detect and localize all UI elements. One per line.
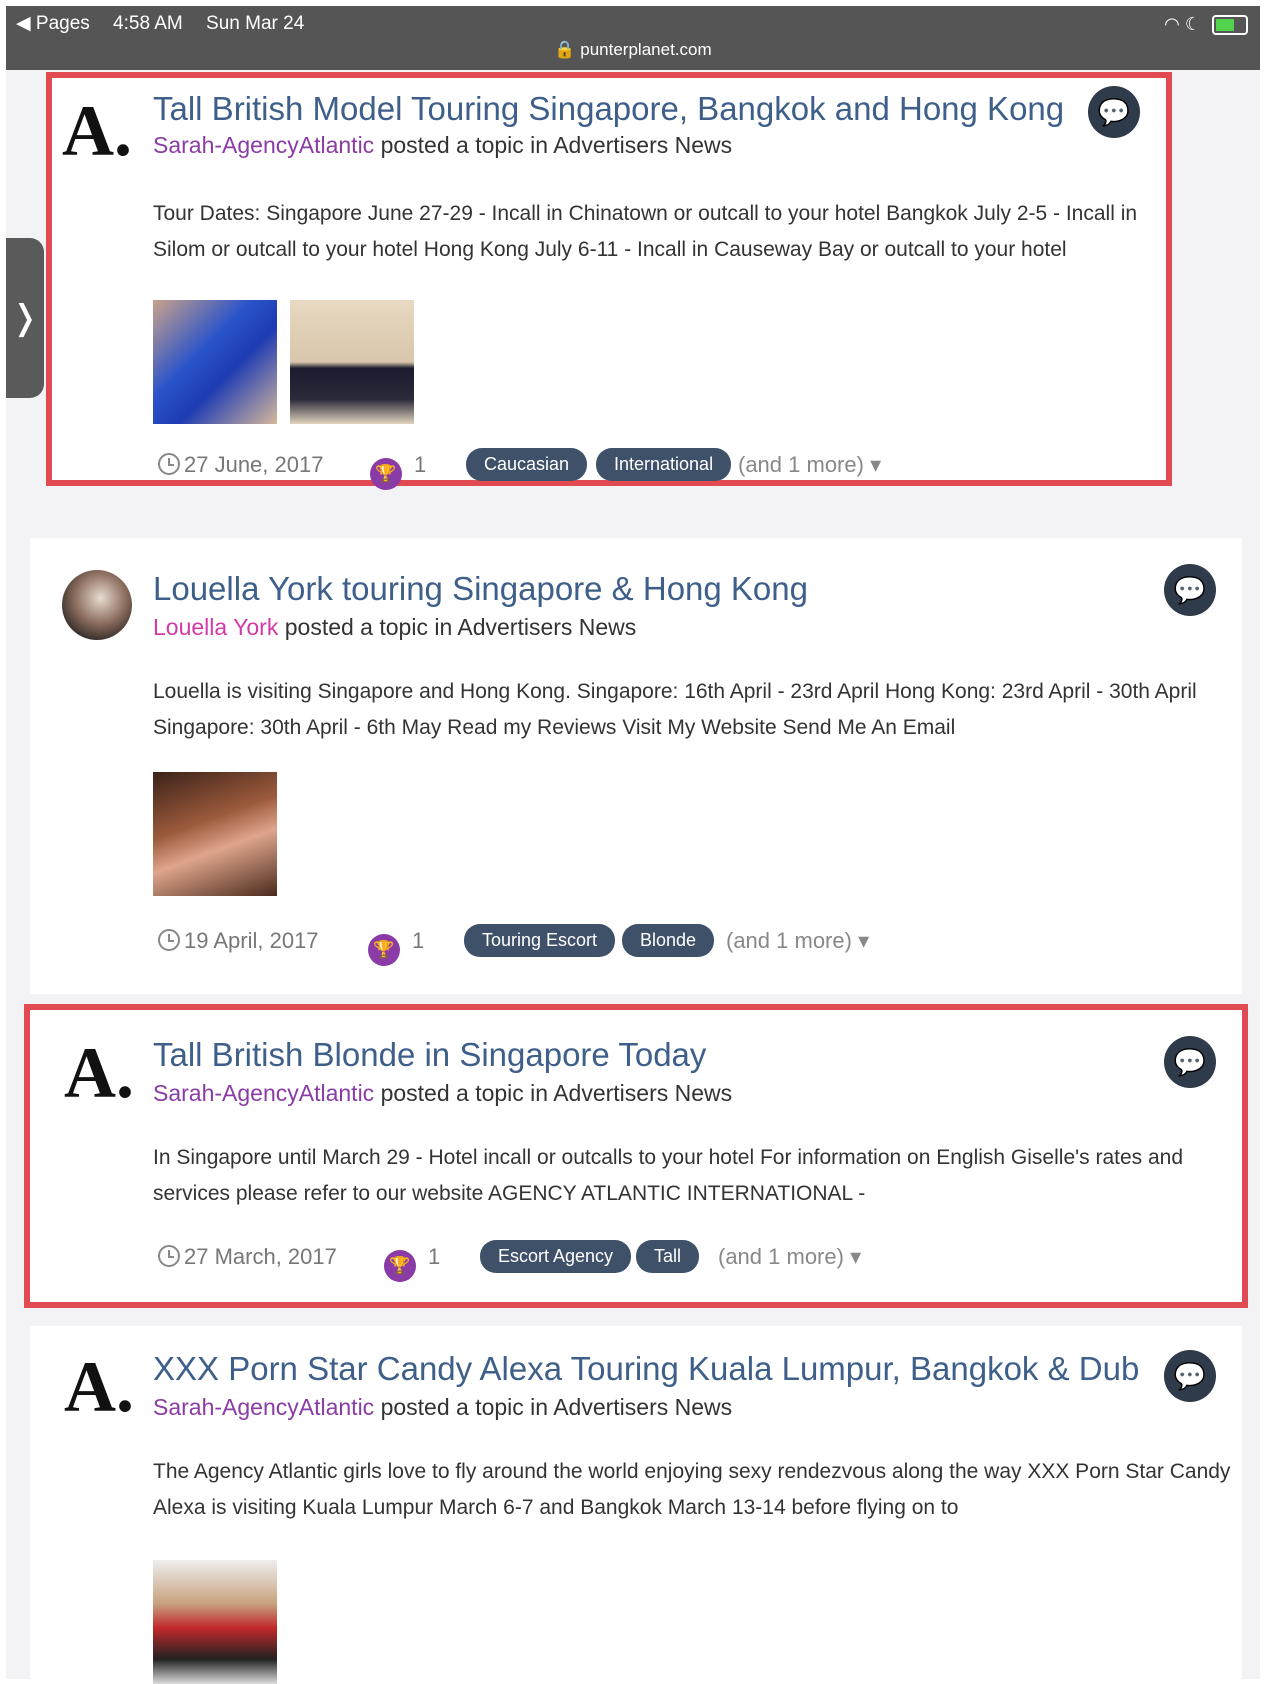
chat-bubbles-icon[interactable]: 💬 [1164,1036,1216,1088]
post-date: 27 March, 2017 [184,1244,337,1269]
clock-icon [158,453,180,475]
author-link[interactable]: Sarah-AgencyAtlantic [153,132,374,158]
post-byline: Louella York posted a topic in Advertise… [153,614,636,641]
url-text: punterplanet.com [580,40,712,59]
sidebar-toggle-button[interactable]: ❭ [6,238,44,398]
post-thumbnail[interactable] [153,1560,277,1684]
back-to-app-link[interactable]: ◀ Pages [16,13,90,34]
battery-icon [1212,15,1248,36]
post-title-link[interactable]: Louella York touring Singapore & Hong Ko… [153,570,808,608]
byline-text: posted a topic in Advertisers News [278,614,637,640]
post-card: A. XXX Porn Star Candy Alexa Touring Kua… [30,1326,1242,1684]
tag-touring-escort[interactable]: Touring Escort [464,924,616,957]
tag-tall[interactable]: Tall [636,1240,700,1273]
wifi-icon: ◠ [1164,14,1180,34]
tag-blonde[interactable]: Blonde [622,924,715,957]
tag-escort-agency[interactable]: Escort Agency [480,1240,632,1273]
post-byline: Sarah-AgencyAtlantic posted a topic in A… [153,1394,732,1421]
post-title-link[interactable]: XXX Porn Star Candy Alexa Touring Kuala … [153,1350,1139,1388]
post-snippet: Tour Dates: Singapore June 27-29 - Incal… [153,202,1138,261]
post-card: A. Tall British Model Touring Singapore,… [46,72,1172,490]
chat-bubbles-icon[interactable]: 💬 [1164,564,1216,616]
post-title-link[interactable]: Tall British Model Touring Singapore, Ba… [153,90,1064,128]
tag-international[interactable]: International [596,448,732,481]
byline-text: posted a topic in Advertisers News [374,1080,733,1106]
lock-icon: 🔒 [554,40,576,59]
chat-bubbles-icon[interactable]: 💬 [1164,1350,1216,1402]
post-thumbnail[interactable] [290,300,414,424]
status-bar: ◀ Pages 4:58 AM Sun Mar 24 🔒 punterplane… [6,6,1260,70]
more-tags-link[interactable]: (and 1 more) [718,1244,844,1269]
post-date: 19 April, 2017 [184,928,319,953]
post-byline: Sarah-AgencyAtlantic posted a topic in A… [153,132,732,159]
trophy-icon: 🏆 [368,934,400,966]
status-time: 4:58 AM [113,13,183,34]
trophy-icon: 🏆 [384,1250,416,1282]
avatar[interactable] [62,570,132,640]
more-tags-link[interactable]: (and 1 more) [726,928,852,953]
trophy-icon: 🏆 [370,458,402,490]
clock-icon [158,1245,180,1267]
post-thumbnail[interactable] [153,300,277,424]
caret-down-icon: ▾ [858,928,870,953]
post-title-link[interactable]: Tall British Blonde in Singapore Today [153,1036,706,1074]
clock-icon [158,929,180,951]
avatar[interactable]: A. [62,90,132,173]
post-date: 27 June, 2017 [184,452,324,477]
post-card: Louella York touring Singapore & Hong Ko… [30,538,1242,994]
chat-bubbles-icon[interactable]: 💬 [1088,86,1140,138]
post-snippet: In Singapore until March 29 - Hotel inca… [153,1146,1184,1205]
author-link[interactable]: Sarah-AgencyAtlantic [153,1394,374,1420]
author-link[interactable]: Louella York [153,614,278,640]
status-date: Sun Mar 24 [206,13,305,34]
post-snippet: The Agency Atlantic girls love to fly ar… [153,1460,1231,1519]
more-tags-link[interactable]: (and 1 more) [738,452,864,477]
tag-caucasian[interactable]: Caucasian [466,448,588,481]
caret-down-icon: ▾ [850,1244,862,1269]
reaction-count: 1 [412,928,425,953]
post-card: A. Tall British Blonde in Singapore Toda… [24,1004,1248,1308]
byline-text: posted a topic in Advertisers News [374,1394,733,1420]
address-bar[interactable]: 🔒 punterplanet.com [6,40,1260,60]
avatar[interactable]: A. [64,1032,134,1115]
moon-icon: ☾ [1184,14,1201,34]
avatar[interactable]: A. [64,1346,134,1429]
reaction-count: 1 [414,452,427,477]
reaction-count: 1 [428,1244,441,1269]
caret-down-icon: ▾ [870,452,882,477]
post-snippet: Louella is visiting Singapore and Hong K… [153,680,1197,739]
author-link[interactable]: Sarah-AgencyAtlantic [153,1080,374,1106]
post-byline: Sarah-AgencyAtlantic posted a topic in A… [153,1080,732,1107]
post-thumbnail[interactable] [153,772,277,896]
byline-text: posted a topic in Advertisers News [374,132,733,158]
